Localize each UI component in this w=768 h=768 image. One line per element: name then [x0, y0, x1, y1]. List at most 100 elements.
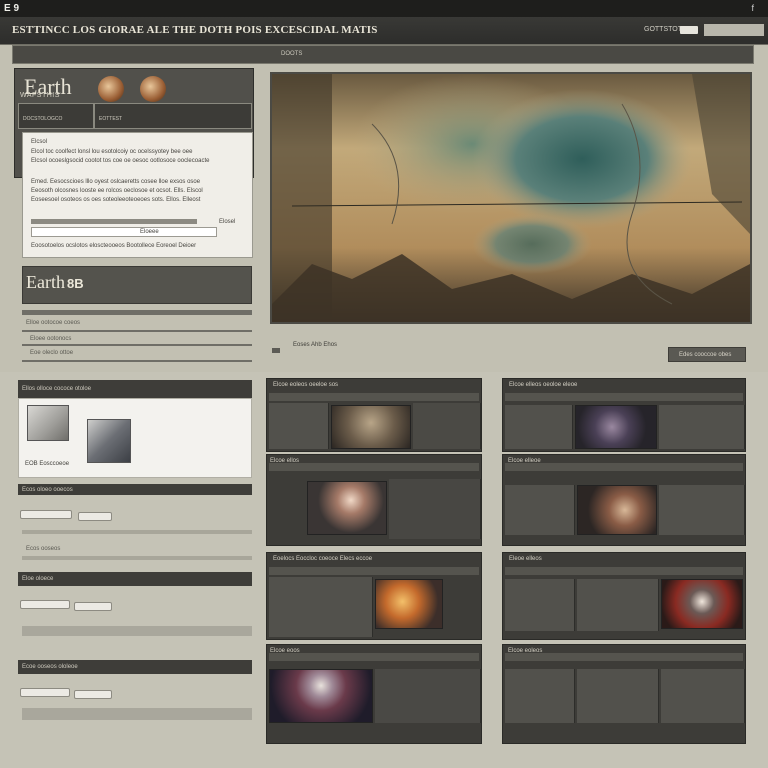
tab-overview[interactable]: DOCSTOLOGCO: [18, 103, 94, 129]
window-pane: [375, 669, 481, 723]
option-button[interactable]: [20, 688, 70, 697]
thumbnail-image[interactable]: [577, 485, 657, 535]
brand-subtitle: WAFSTHIS: [20, 92, 60, 99]
device-image: [87, 419, 131, 463]
product-card[interactable]: EOB Eosccoeoe: [18, 398, 252, 478]
media-window[interactable]: Eoelocs Eoccloc coeoce Elecs eccoe: [266, 552, 482, 640]
thumbnail-image[interactable]: [331, 405, 411, 449]
media-window[interactable]: Elcoe eoleos oeeloe sos: [266, 378, 482, 452]
page-header: ESTTINCC LOS GIORAE ALE THE DOTH POIS EX…: [0, 17, 768, 45]
dialog-text-line: Eoseesoel osoteos os oes soteoleeoteoeoe…: [31, 197, 201, 203]
window-pane: [659, 485, 745, 535]
window-title: Elcoe eoleos: [508, 648, 543, 654]
window-title: Elcoe eoleos oeeloe sos: [273, 382, 339, 388]
option-button[interactable]: [74, 602, 112, 611]
secondary-toolbar: DOOTS: [12, 45, 754, 64]
info-line: Eloee ootonocs: [30, 336, 72, 342]
dialog-field-label: Elosel: [219, 219, 236, 225]
window-toolbar: [505, 463, 743, 471]
media-window[interactable]: [266, 454, 482, 546]
tab-label: DOCSTOLOGCO: [23, 116, 63, 122]
option-button[interactable]: [20, 600, 70, 609]
media-window[interactable]: Elcoe elleos oeoloe eleoe: [502, 378, 746, 452]
section-bar: Ecoe ooseos ololeoe: [18, 660, 252, 674]
thumbnail-image[interactable]: [575, 405, 657, 449]
tab-bar: DOCSTOLOGCO EOTTEST: [18, 103, 252, 129]
window-pane: [577, 669, 659, 723]
tab-details[interactable]: EOTTEST: [94, 103, 252, 129]
app-title: E 9: [4, 3, 20, 14]
window-toolbar: [505, 567, 743, 575]
map-view[interactable]: [270, 72, 752, 324]
info-line: Elloe ootocoe coeos: [26, 320, 81, 326]
window-pane: [577, 579, 659, 631]
thumbnail-image[interactable]: [307, 481, 387, 535]
dialog-progress: [31, 219, 197, 224]
media-window[interactable]: [502, 644, 746, 744]
window-toolbar: [505, 393, 743, 401]
dialog-heading: Elcsol: [31, 139, 48, 145]
divider: [22, 556, 252, 560]
media-window[interactable]: [502, 454, 746, 546]
section-bar-label: Eloe oloece: [22, 576, 54, 582]
divider: [22, 708, 252, 720]
toolbar-label: DOOTS: [281, 51, 303, 57]
section-bar: Eloe oloece: [18, 572, 252, 586]
section-bar: Ecos oloeo ooecos: [18, 484, 252, 495]
divider: [22, 530, 252, 534]
window-pane: [505, 485, 575, 535]
header-toggle[interactable]: [680, 26, 698, 34]
window-toolbar: [505, 653, 743, 661]
device-image: [27, 405, 69, 441]
close-icon[interactable]: f: [751, 3, 754, 13]
divider: [22, 626, 252, 636]
info-line: Eoe oleclo ottoe: [30, 350, 74, 356]
section-bar-label: Ellos olloce cococe otoloe: [22, 386, 92, 392]
tab-label: EOTTEST: [99, 116, 123, 122]
dialog-input[interactable]: Eloeee: [31, 227, 217, 237]
map-caption-marker: [272, 348, 280, 353]
dialog-text-line: Emed. Eesocscioes lllo oyest oslcaeretts…: [31, 179, 201, 185]
thumbnail-image[interactable]: [375, 579, 443, 629]
dialog-footer: Eoosotoelos ocslotos eloscteooeos Bootol…: [31, 243, 197, 249]
window-pane: [413, 403, 481, 449]
media-window[interactable]: [266, 644, 482, 744]
section-bar-label: Ecoe ooseos ololeoe: [22, 664, 78, 670]
option-button[interactable]: [74, 690, 112, 699]
terrain-map-image: [272, 74, 750, 322]
dialog-text-line: Elcol toc coolfect lonsl lou esotolcoiy …: [31, 149, 193, 155]
map-caption: Eoses Ahb Ehos: [293, 342, 338, 348]
thumbnail-image[interactable]: [661, 579, 743, 629]
search-input[interactable]: [704, 24, 764, 36]
window-toolbar: [269, 567, 479, 575]
window-title: Elcoe elleos oeoloe eleoe: [509, 382, 578, 388]
brand-logo-secondary: Earth 8B: [26, 272, 84, 293]
window-pane: [505, 405, 573, 449]
divider: [22, 330, 252, 332]
window-titlebar: E 9 f: [0, 0, 768, 17]
window-pane: [505, 669, 575, 723]
window-toolbar: [269, 653, 479, 661]
dialog-text-line: Elcsol ocoeslgsocid cootot tos coe oe oe…: [31, 158, 210, 164]
section-bar: Ellos olloce cococe otoloe: [18, 380, 252, 398]
info-line: Ecos ooseos: [26, 546, 61, 552]
button-label: Edes cooccoe obes: [679, 352, 732, 358]
window-title: Elcoe eoos: [270, 648, 300, 654]
globe-icon: [98, 76, 124, 102]
logo-mark: 8B: [66, 276, 84, 291]
thumbnail-image[interactable]: [269, 669, 373, 723]
map-action-button[interactable]: Edes cooccoe obes: [668, 347, 746, 362]
globe-icon: [140, 76, 166, 102]
info-dialog: Elcsol Elcol toc coolfect lonsl lou esot…: [22, 132, 253, 258]
window-toolbar: [269, 463, 479, 471]
window-pane: [505, 579, 575, 631]
option-button[interactable]: [78, 512, 112, 521]
card-caption: EOB Eosccoeoe: [25, 461, 70, 467]
section-bar-label: Ecos oloeo ooecos: [22, 487, 73, 493]
media-window[interactable]: Eleoe elleos: [502, 552, 746, 640]
window-pane: [269, 403, 329, 449]
option-button[interactable]: [20, 510, 72, 519]
logo-text: Earth: [26, 272, 65, 292]
window-title: Elcoe ellos: [270, 458, 300, 464]
window-pane: [389, 479, 481, 539]
